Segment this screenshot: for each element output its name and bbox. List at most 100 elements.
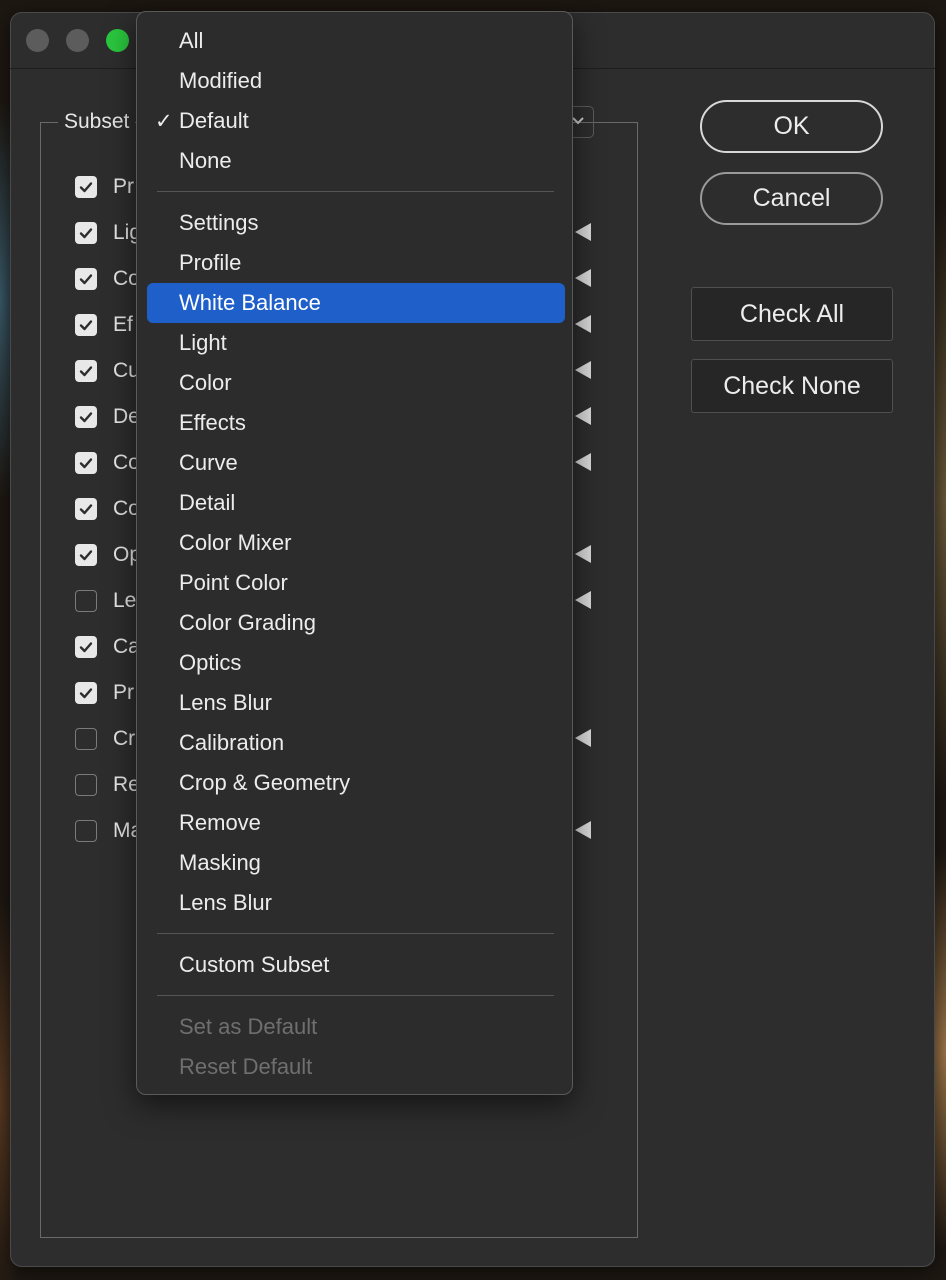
menu-item-detail[interactable]: Detail [147,483,565,523]
menu-item-color-grading[interactable]: Color Grading [147,603,565,643]
menu-item-color-mixer[interactable]: Color Mixer [147,523,565,563]
checkbox-row[interactable]: Lig [75,220,141,246]
check-none-button[interactable]: Check None [691,359,893,413]
menu-item-point-color[interactable]: Point Color [147,563,565,603]
checkbox-label: Cr [113,727,136,750]
check-all-button[interactable]: Check All [691,287,893,341]
checkbox[interactable] [75,728,97,750]
menu-item-label: Color Mixer [179,530,292,555]
menu-separator [157,995,554,996]
checkbox[interactable] [75,176,97,198]
menu-item-color[interactable]: Color [147,363,565,403]
ok-button[interactable]: OK [700,100,883,153]
checkmark-icon [79,412,93,423]
checkbox[interactable] [75,268,97,290]
menu-item-lens-blur[interactable]: Lens Blur [147,883,565,923]
menu-item-label: Settings [179,210,259,235]
menu-item-light[interactable]: Light [147,323,565,363]
checkmark-icon: ✓ [155,110,173,133]
checkbox-row[interactable]: De [75,404,140,430]
checkmark-icon [79,228,93,239]
menu-item-label: Default [179,108,249,133]
checkbox-row[interactable]: Co [75,266,140,292]
checkbox[interactable] [75,222,97,244]
disclosure-triangle-icon[interactable] [575,407,591,425]
minimize-window-button[interactable] [66,29,89,52]
checkbox-row[interactable]: Pr [75,680,134,706]
menu-item-settings[interactable]: Settings [147,203,565,243]
checkbox-row[interactable]: Le [75,588,136,614]
close-window-button[interactable] [26,29,49,52]
checkbox[interactable] [75,314,97,336]
menu-item-label: Remove [179,810,261,835]
checkbox-row[interactable]: Re [75,772,140,798]
checkbox[interactable] [75,590,97,612]
disclosure-triangle-icon[interactable] [575,545,591,563]
checkbox[interactable] [75,820,97,842]
checkbox-row[interactable]: Pr [75,174,134,200]
checkbox[interactable] [75,452,97,474]
menu-item-white-balance[interactable]: White Balance [147,283,565,323]
checkbox-row[interactable]: Co [75,450,140,476]
checkbox[interactable] [75,406,97,428]
chevron-down-icon [571,113,585,131]
checkmark-icon [79,688,93,699]
menu-item-label: Crop & Geometry [179,770,351,795]
menu-item-lens-blur[interactable]: Lens Blur [147,683,565,723]
menu-item-profile[interactable]: Profile [147,243,565,283]
checkbox[interactable] [75,360,97,382]
cancel-button[interactable]: Cancel [700,172,883,225]
checkbox[interactable] [75,636,97,658]
checkmark-icon [79,458,93,469]
checkbox[interactable] [75,498,97,520]
menu-item-calibration[interactable]: Calibration [147,723,565,763]
menu-item-default[interactable]: ✓ Default [147,101,565,141]
menu-item-label: Set as Default [179,1014,318,1039]
disclosure-triangle-icon[interactable] [575,821,591,839]
menu-item-label: Reset Default [179,1054,313,1079]
disclosure-triangle-icon[interactable] [575,361,591,379]
subset-label: Subset [58,110,136,134]
checkmark-icon [79,320,93,331]
checkbox-row[interactable]: Ef [75,312,133,338]
menu-item-label: Lens Blur [179,690,272,715]
checkbox-row[interactable]: Op [75,542,141,568]
checkbox[interactable] [75,774,97,796]
menu-item-label: Lens Blur [179,890,272,915]
menu-item-label: All [179,28,204,53]
menu-item-label: Detail [179,490,236,515]
checkbox-row[interactable]: Ca [75,634,140,660]
disclosure-triangle-icon[interactable] [575,315,591,333]
disclosure-triangle-icon[interactable] [575,729,591,747]
checkbox-label: Pr [113,175,134,198]
menu-item-remove[interactable]: Remove [147,803,565,843]
checkbox-row[interactable]: Cu [75,358,140,384]
menu-item-label: Calibration [179,730,285,755]
menu-item-label: Custom Subset [179,952,330,977]
menu-item-none[interactable]: None [147,141,565,181]
menu-item-label: Modified [179,68,263,93]
menu-item-crop-geometry[interactable]: Crop & Geometry [147,763,565,803]
zoom-window-button[interactable] [106,29,129,52]
checkbox-row[interactable]: Cr [75,726,135,752]
disclosure-triangle-icon[interactable] [575,453,591,471]
checkbox-row[interactable]: Co [75,496,140,522]
menu-item-custom-subset[interactable]: Custom Subset [147,945,565,985]
checkbox[interactable] [75,682,97,704]
disclosure-triangle-icon[interactable] [575,269,591,287]
menu-item-effects[interactable]: Effects [147,403,565,443]
menu-item-all[interactable]: All [147,21,565,61]
menu-item-label: Effects [179,410,246,435]
menu-item-label: White Balance [179,290,321,315]
menu-item-optics[interactable]: Optics [147,643,565,683]
disclosure-triangle-icon[interactable] [575,591,591,609]
checkbox-row[interactable]: Ma [75,818,142,844]
checkmark-icon [79,182,93,193]
menu-item-label: Masking [179,850,261,875]
menu-item-curve[interactable]: Curve [147,443,565,483]
menu-item-modified[interactable]: Modified [147,61,565,101]
menu-item-masking[interactable]: Masking [147,843,565,883]
disclosure-triangle-icon[interactable] [575,223,591,241]
checkmark-icon [79,274,93,285]
checkbox[interactable] [75,544,97,566]
